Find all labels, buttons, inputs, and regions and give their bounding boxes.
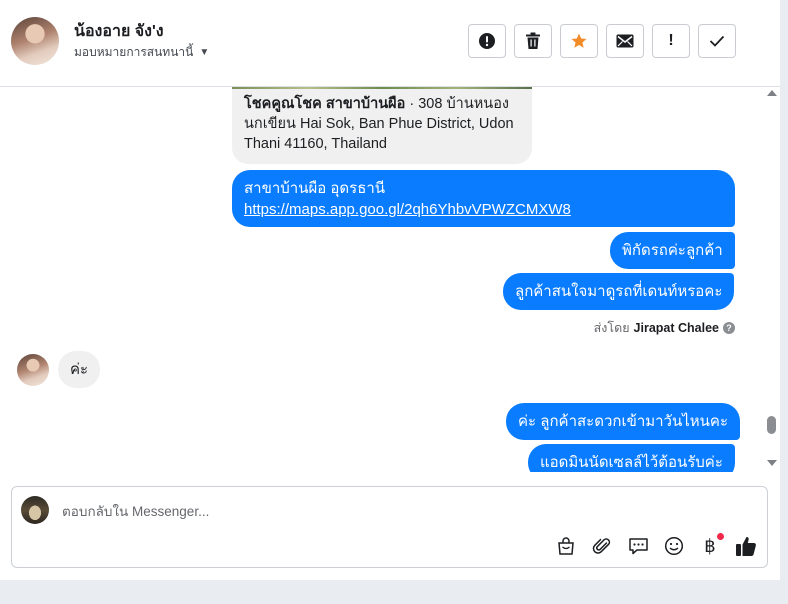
paperclip-icon[interactable] (590, 534, 614, 558)
map-link[interactable]: https://maps.app.goo.gl/2qh6YhbvVPWZCMXW… (244, 201, 571, 218)
shopping-bag-icon[interactable] (554, 534, 578, 558)
location-card[interactable]: โชคคูณโชค สาขาบ้านผือ · 308 บ้านหนองนกเข… (232, 87, 532, 164)
assign-label: มอบหมายการสนทนานี้ (74, 45, 194, 59)
thumbs-up-icon[interactable] (734, 534, 758, 558)
star-icon (571, 33, 587, 48)
assign-conversation-dropdown[interactable]: มอบหมายการสนทนานี้ ▼ (74, 43, 209, 62)
message-text: สาขาบ้านผือ อุดรธานี (244, 180, 386, 197)
scroll-down-arrow-icon[interactable] (767, 460, 777, 466)
caret-down-icon: ▼ (199, 47, 210, 58)
mark-done-button[interactable] (698, 24, 736, 58)
delete-button[interactable] (514, 24, 552, 58)
notification-dot (717, 533, 724, 540)
reply-composer: ฿ (11, 486, 768, 568)
contact-name[interactable]: น้องอาย จัง'ง (74, 19, 164, 44)
outgoing-message[interactable]: ลูกค้าสนใจมาดูรถที่เดนท์หรอคะ (503, 273, 735, 310)
reply-input[interactable] (60, 499, 744, 523)
baht-icon[interactable]: ฿ (698, 533, 724, 558)
outgoing-message[interactable]: แอดมินนัดเซลล์ไว้ต้อนรับค่ะ (528, 444, 735, 472)
outgoing-message[interactable]: ค่ะ ลูกค้าสะดวกเข้ามาวันไหนคะ (506, 403, 741, 440)
sent-by-name: Jirapat Chalee (633, 321, 719, 335)
header-actions: ! (468, 24, 736, 58)
location-title: โชคคูณโชค สาขาบ้านผือ (244, 96, 406, 112)
page-avatar (21, 496, 49, 524)
sent-by-prefix: ส่งโดย (593, 321, 630, 335)
mark-unread-button[interactable] (606, 24, 644, 58)
report-spam-button[interactable] (468, 24, 506, 58)
trash-icon (526, 32, 540, 49)
contact-avatar[interactable] (11, 17, 59, 65)
conversation-header: น้องอาย จัง'ง มอบหมายการสนทนานี้ ▼ ! (0, 0, 780, 87)
star-button[interactable] (560, 24, 598, 58)
check-icon (709, 35, 725, 47)
follow-up-button[interactable]: ! (652, 24, 690, 58)
location-card-text: โชคคูณโชค สาขาบ้านผือ · 308 บ้านหนองนกเข… (232, 89, 532, 159)
composer-tools: ฿ (554, 533, 758, 558)
outgoing-message[interactable]: สาขาบ้านผือ อุดรธานี https://maps.app.go… (232, 170, 735, 227)
envelope-icon (616, 34, 634, 48)
emoji-icon[interactable] (662, 534, 686, 558)
conversation-panel: น้องอาย จัง'ง มอบหมายการสนทนานี้ ▼ ! โชค… (0, 0, 780, 580)
scroll-up-arrow-icon[interactable] (767, 90, 777, 96)
scrollbar-thumb[interactable] (767, 416, 776, 434)
message-thread[interactable]: โชคคูณโชค สาขาบ้านผือ · 308 บ้านหนองนกเข… (0, 87, 762, 472)
incoming-message[interactable]: ค่ะ (58, 351, 101, 388)
exclamation-icon: ! (668, 32, 674, 49)
help-icon[interactable]: ? (723, 322, 735, 334)
chat-bubble-icon[interactable] (626, 534, 650, 558)
contact-avatar-small[interactable] (17, 354, 49, 386)
sent-by-info: ส่งโดย Jirapat Chalee ? (594, 318, 735, 338)
outgoing-message[interactable]: พิกัดรถค่ะลูกค้า (610, 232, 735, 269)
alert-circle-icon (479, 33, 495, 49)
